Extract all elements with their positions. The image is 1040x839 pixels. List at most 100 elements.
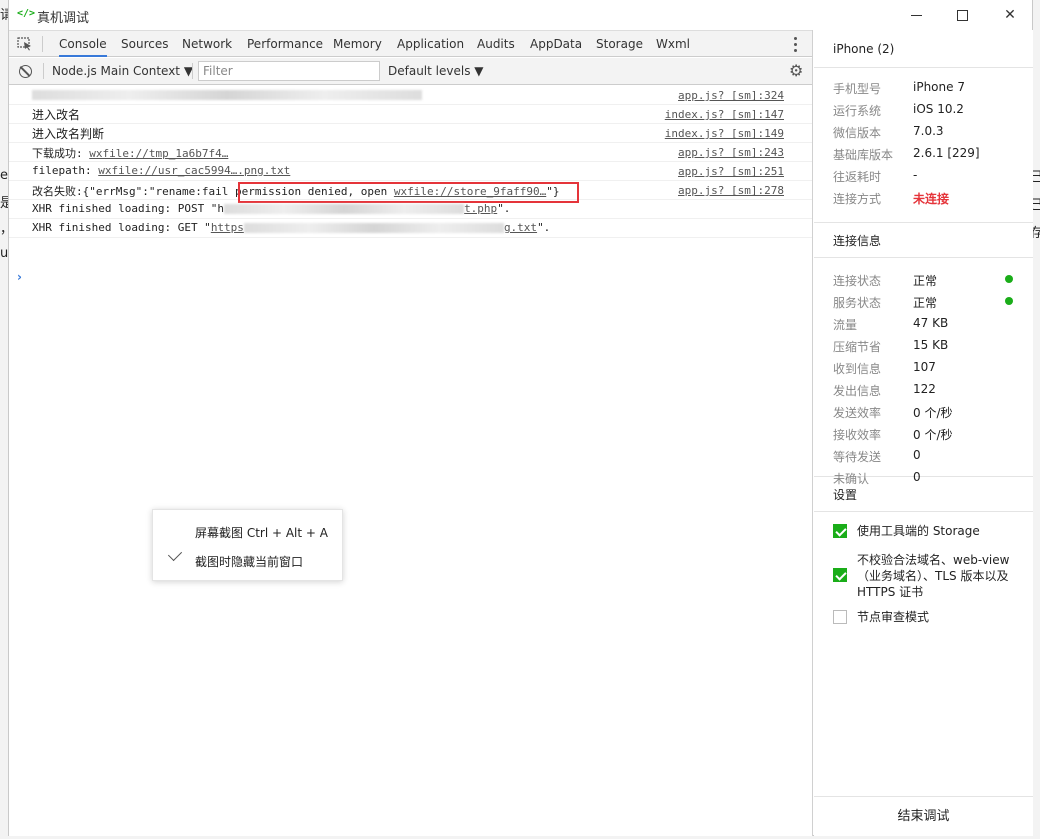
- title-bar: </> 真机调试 ✕: [9, 0, 1032, 30]
- tab-performance[interactable]: Performance: [247, 31, 323, 57]
- message-text: ".: [497, 202, 511, 215]
- redacted-text: [32, 90, 422, 100]
- skip-domain-check-checkbox[interactable]: [833, 568, 847, 582]
- connection-status-value: 未连接: [913, 192, 950, 206]
- console-source-link[interactable]: app.js? [sm]:278: [678, 184, 784, 197]
- info-value: 122: [913, 382, 936, 396]
- console-message: 下载成功: wxfile://tmp_1a6b7f4…: [32, 145, 228, 161]
- device-info: 手机型号 iPhone 7 运行系统 iOS 10.2 微信版本 7.0.3 基础库版…: [814, 68, 1033, 222]
- check-icon: [167, 546, 183, 562]
- info-key: 发送效率: [833, 406, 882, 420]
- info-row: 发出信息 122: [814, 378, 1033, 400]
- url-link[interactable]: https: [211, 221, 244, 234]
- debug-window: </> 真机调试 ✕ Console Sources Network Perfo…: [8, 0, 1033, 836]
- info-key: 微信版本: [833, 126, 882, 140]
- info-row: 基础库版本 2.6.1 [229]: [814, 142, 1033, 164]
- info-key: 运行系统: [833, 104, 882, 118]
- console-prompt[interactable]: ›: [17, 270, 22, 284]
- console-source-link[interactable]: index.js? [sm]:147: [665, 108, 784, 121]
- connection-section-title: 连接信息: [814, 222, 1033, 258]
- maximize-button[interactable]: [939, 3, 985, 27]
- tab-wxml[interactable]: Wxml: [656, 31, 690, 57]
- menu-item-hide-window[interactable]: 截图时隐藏当前窗口: [195, 553, 303, 570]
- inspect-element-icon[interactable]: [17, 37, 33, 51]
- tab-audits[interactable]: Audits: [477, 31, 515, 57]
- status-dot-icon: [1005, 297, 1013, 305]
- devtools-pane: Console Sources Network Performance Memo…: [9, 30, 813, 836]
- clear-console-icon[interactable]: [19, 65, 32, 78]
- info-key: 基础库版本: [833, 148, 894, 162]
- toolbar-separator: [43, 63, 44, 79]
- end-debug-button[interactable]: 结束调试: [814, 796, 1033, 836]
- storage-checkbox[interactable]: [833, 524, 847, 538]
- log-levels-select[interactable]: Default levels ▼: [388, 63, 484, 80]
- console-source-link[interactable]: app.js? [sm]:243: [678, 146, 784, 159]
- info-row: 收到信息 107: [814, 356, 1033, 378]
- console-row: 进入改名 index.js? [sm]:147: [9, 105, 812, 124]
- node-inspect-checkbox[interactable]: [833, 610, 847, 624]
- info-key: 手机型号: [833, 82, 882, 96]
- tab-storage[interactable]: Storage: [596, 31, 643, 57]
- menu-item-screenshot[interactable]: 屏幕截图 Ctrl + Alt + A: [195, 524, 328, 541]
- console-output: app.js? [sm]:324 进入改名 index.js? [sm]:147…: [9, 86, 812, 238]
- info-value: 2.6.1 [229]: [913, 146, 980, 160]
- close-button[interactable]: ✕: [987, 3, 1033, 27]
- info-row: 等待发送 0: [814, 444, 1033, 466]
- info-value: 正常: [913, 296, 938, 310]
- console-message-redacted: [32, 88, 422, 101]
- console-source-link[interactable]: app.js? [sm]:324: [678, 89, 784, 102]
- info-key: 未确认: [833, 472, 870, 486]
- info-key: 流量: [833, 318, 858, 332]
- console-message: filepath: wxfile://usr_cac5994….png.txt: [32, 164, 290, 177]
- url-link[interactable]: t.php: [464, 202, 497, 215]
- file-link[interactable]: wxfile://tmp_1a6b7f4…: [89, 147, 228, 160]
- info-row: 未确认 0: [814, 466, 1033, 488]
- connection-info: 连接状态 正常 服务状态 正常 流量 47 KB 压缩节省 15 KB 收到信息 107 …: [814, 258, 1033, 486]
- tab-application[interactable]: Application: [397, 31, 464, 57]
- screenshot-context-menu: 屏幕截图 Ctrl + Alt + A 截图时隐藏当前窗口: [152, 509, 343, 581]
- devtools-tab-bar: Console Sources Network Performance Memo…: [9, 30, 812, 57]
- message-text: XHR finished loading: GET ": [32, 221, 211, 234]
- console-row: XHR finished loading: GET "https g.txt".: [9, 219, 812, 238]
- filter-input[interactable]: [198, 61, 380, 81]
- context-label: Node.js Main Context: [52, 64, 181, 78]
- info-row: 压缩节省 15 KB: [814, 334, 1033, 356]
- console-source-link[interactable]: app.js? [sm]:251: [678, 165, 784, 178]
- close-icon: ✕: [1004, 7, 1016, 23]
- dropdown-arrow-icon: ▼: [474, 64, 484, 78]
- code-brackets-icon: </>: [17, 8, 36, 19]
- info-value: -: [913, 168, 918, 182]
- tab-memory[interactable]: Memory: [333, 31, 382, 57]
- more-options-icon[interactable]: [792, 35, 798, 53]
- context-select[interactable]: Node.js Main Context ▼: [52, 63, 193, 80]
- settings-list: 使用工具端的 Storage 不校验合法域名、web-view（业务域名）、TL…: [814, 512, 1033, 652]
- info-value: 7.0.3: [913, 124, 944, 138]
- info-value: 107: [913, 360, 936, 374]
- console-row: filepath: wxfile://usr_cac5994….png.txt …: [9, 162, 812, 181]
- status-dot-icon: [1005, 275, 1013, 283]
- maximize-icon: [956, 9, 968, 21]
- console-source-link[interactable]: index.js? [sm]:149: [665, 127, 784, 140]
- tab-appdata[interactable]: AppData: [530, 31, 582, 57]
- minimize-button[interactable]: [893, 3, 939, 27]
- file-link[interactable]: wxfile://usr_cac5994….png.txt: [98, 164, 290, 177]
- node-inspect-label: 节点审查模式: [857, 610, 930, 624]
- url-link[interactable]: g.txt: [504, 221, 537, 234]
- info-row: 接收效率 0 个/秒: [814, 422, 1033, 444]
- info-row: 发送效率 0 个/秒: [814, 400, 1033, 422]
- storage-checkbox-label: 使用工具端的 Storage: [857, 524, 980, 538]
- console-toolbar: Node.js Main Context ▼ Default levels ▼ …: [9, 58, 812, 85]
- info-key: 接收效率: [833, 428, 882, 442]
- console-message: 进入改名: [32, 108, 81, 122]
- tab-network[interactable]: Network: [182, 31, 232, 57]
- gear-icon[interactable]: ⚙: [789, 63, 803, 79]
- skip-domain-check-label: 不校验合法域名、web-view（业务域名）、TLS 版本以及 HTTPS 证书: [857, 553, 1010, 599]
- info-key: 服务状态: [833, 296, 882, 310]
- info-value: 正常: [913, 274, 938, 288]
- redacted-text: [243, 223, 504, 233]
- console-row: 改名失败:{"errMsg":"rename:fail permission d…: [9, 181, 812, 203]
- tab-sources[interactable]: Sources: [121, 31, 168, 57]
- tab-console[interactable]: Console: [59, 31, 107, 57]
- device-panel: iPhone (2) 手机型号 iPhone 7 运行系统 iOS 10.2 微信版…: [814, 30, 1033, 836]
- info-row: 流量 47 KB: [814, 312, 1033, 334]
